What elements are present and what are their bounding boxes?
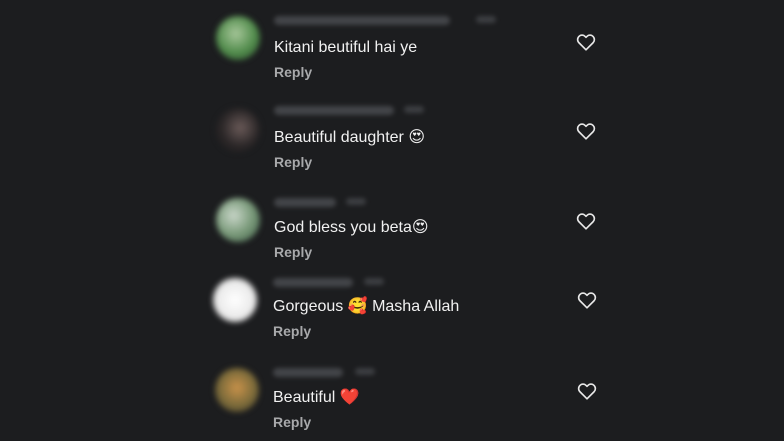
heart-outline-icon[interactable] bbox=[576, 380, 598, 402]
timestamp bbox=[476, 16, 496, 23]
avatar[interactable] bbox=[215, 368, 259, 412]
heart-outline-icon[interactable] bbox=[575, 31, 597, 53]
heart-outline-icon[interactable] bbox=[575, 210, 597, 232]
reply-button[interactable]: Reply bbox=[273, 413, 311, 431]
comment-item: God bless you beta😍 Reply bbox=[0, 176, 784, 264]
avatar[interactable] bbox=[216, 198, 260, 242]
comment-text: God bless you beta😍 bbox=[274, 219, 429, 236]
comment-text: Beautiful ❤️ bbox=[273, 389, 360, 406]
timestamp bbox=[355, 368, 375, 375]
username[interactable] bbox=[274, 16, 450, 25]
comment-list: Kitani beutiful hai ye Reply Beautiful d… bbox=[0, 0, 784, 441]
username[interactable] bbox=[274, 198, 336, 207]
comment-text: Kitani beutiful hai ye bbox=[274, 39, 418, 56]
comment-item: Beautiful ❤️ Reply bbox=[0, 352, 784, 440]
username[interactable] bbox=[274, 106, 394, 115]
avatar[interactable] bbox=[213, 278, 257, 322]
username[interactable] bbox=[273, 278, 353, 287]
comment-item: Beautiful daughter 😍 Reply bbox=[0, 88, 784, 176]
reply-button[interactable]: Reply bbox=[273, 322, 311, 340]
comment-text: Gorgeous 🥰 Masha Allah bbox=[273, 298, 460, 315]
reply-button[interactable]: Reply bbox=[274, 153, 312, 171]
heart-outline-icon[interactable] bbox=[576, 289, 598, 311]
comment-item: Gorgeous 🥰 Masha Allah Reply bbox=[0, 264, 784, 352]
timestamp bbox=[404, 106, 424, 113]
reply-button[interactable]: Reply bbox=[274, 243, 312, 261]
comment-item: Kitani beutiful hai ye Reply bbox=[0, 0, 784, 88]
username[interactable] bbox=[273, 368, 343, 377]
reply-button[interactable]: Reply bbox=[274, 63, 312, 81]
heart-outline-icon[interactable] bbox=[575, 120, 597, 142]
avatar[interactable] bbox=[216, 16, 260, 60]
comment-text: Beautiful daughter 😍 bbox=[274, 129, 425, 146]
avatar[interactable] bbox=[216, 108, 260, 152]
timestamp bbox=[346, 198, 366, 205]
timestamp bbox=[364, 278, 384, 285]
